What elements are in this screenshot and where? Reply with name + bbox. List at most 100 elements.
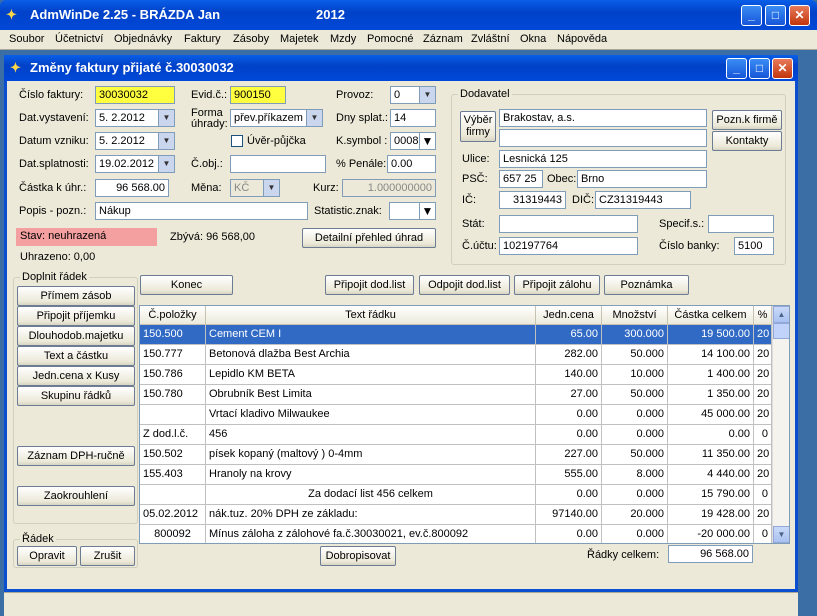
table-cell[interactable]: 19 428.00 [668, 505, 754, 525]
pripojit-prijemku-button[interactable]: Připojit příjemku [17, 306, 135, 326]
table-cell[interactable]: 50.000 [602, 445, 668, 465]
opravit-button[interactable]: Opravit [17, 546, 77, 566]
popis-field[interactable]: Nákup [95, 202, 308, 220]
table-cell[interactable] [140, 405, 206, 425]
table-cell[interactable]: 97140.00 [536, 505, 602, 525]
table-cell[interactable]: 155.403 [140, 465, 206, 485]
detail-prehled-button[interactable]: Detailní přehled úhrad [302, 228, 436, 248]
table-cell[interactable]: 555.00 [536, 465, 602, 485]
col-header-cena[interactable]: Jedn.cena [536, 306, 602, 325]
table-cell[interactable]: 27.00 [536, 385, 602, 405]
scroll-up-icon[interactable]: ▲ [773, 306, 789, 323]
table-cell[interactable]: 0.00 [536, 485, 602, 505]
table-cell[interactable] [140, 485, 206, 505]
menu-napoveda[interactable]: Nápověda [557, 33, 607, 45]
menu-soubor[interactable]: Soubor [9, 33, 44, 45]
forma-select[interactable]: přev.příkazem ▼ [230, 109, 323, 127]
table-cell[interactable]: Lepidlo KM BETA [206, 365, 536, 385]
text-a-castku-button[interactable]: Text a částku [17, 346, 135, 366]
close-icon[interactable]: ✕ [789, 5, 810, 26]
dat-vystaveni-select[interactable]: 5. 2.2012 ▼ [95, 109, 175, 127]
triangle-down-icon[interactable]: ▼ [419, 133, 435, 149]
table-cell[interactable]: Vrtací kladivo Milwaukee [206, 405, 536, 425]
ulice-field[interactable]: Lesnická 125 [499, 150, 707, 168]
table-cell[interactable]: 1 400.00 [668, 365, 754, 385]
specif-field[interactable] [708, 215, 774, 233]
table-cell[interactable]: 19 500.00 [668, 325, 754, 345]
menu-pomocne[interactable]: Pomocné [367, 33, 413, 45]
window-close-icon[interactable]: ✕ [772, 58, 793, 79]
table-row[interactable]: 155.403 Hranoly na krovy 555.00 8.000 4 440.… [140, 465, 772, 485]
menu-okna[interactable]: Okna [520, 33, 546, 45]
jedn-cena-kusy-button[interactable]: Jedn.cena x Kusy [17, 366, 135, 386]
table-cell[interactable]: Betonová dlažba Best Archia [206, 345, 536, 365]
table-cell[interactable]: 0.00 [536, 525, 602, 543]
pripojit-zalohu-button[interactable]: Připojit zálohu [514, 275, 600, 295]
skupinu-radku-button[interactable]: Skupinu řádků [17, 386, 135, 406]
table-cell[interactable]: 0.00 [536, 405, 602, 425]
table-cell[interactable]: Cement CEM I [206, 325, 536, 345]
table-cell[interactable]: Za dodací list 456 celkem [206, 485, 536, 505]
table-cell[interactable]: 15 790.00 [668, 485, 754, 505]
statistic-field[interactable]: ▼ [389, 202, 436, 220]
window-maximize-icon[interactable]: □ [749, 58, 770, 79]
menu-zasoby[interactable]: Zásoby [233, 33, 269, 45]
dodavatel-name-field[interactable]: Brakostav, a.s. [499, 109, 707, 127]
table-row[interactable]: 05.02.2012 nák.tuz. 20% DPH ze základu: 97… [140, 505, 772, 525]
table-cell[interactable]: 0.000 [602, 525, 668, 543]
minimize-icon[interactable]: _ [741, 5, 762, 26]
table-row[interactable]: 150.786 Lepidlo KM BETA 140.00 10.000 1 400.… [140, 365, 772, 385]
table-row[interactable]: 800092 Mínus záloha z zálohové fa.č.30030… [140, 525, 772, 543]
table-cell[interactable]: 0 [754, 425, 772, 445]
dobropisovat-button[interactable]: Dobropisovat [320, 546, 396, 566]
table-cell[interactable]: 4 440.00 [668, 465, 754, 485]
menu-majetek[interactable]: Majetek [280, 33, 319, 45]
table-cell[interactable]: 0.000 [602, 485, 668, 505]
table-cell[interactable]: 140.00 [536, 365, 602, 385]
dic-field[interactable]: CZ31319443 [595, 191, 691, 209]
poznamka-button[interactable]: Poznámka [604, 275, 689, 295]
table-cell[interactable]: 300.000 [602, 325, 668, 345]
table-cell[interactable]: 456 [206, 425, 536, 445]
table-cell[interactable]: 10.000 [602, 365, 668, 385]
chevron-down-icon[interactable]: ▼ [158, 110, 174, 126]
menu-objednavky[interactable]: Objednávky [114, 33, 172, 45]
maximize-icon[interactable]: □ [765, 5, 786, 26]
odpojit-dodlist-button[interactable]: Odpojit dod.list [419, 275, 510, 295]
stat-field[interactable] [499, 215, 638, 233]
table-cell[interactable]: 282.00 [536, 345, 602, 365]
scroll-down-icon[interactable]: ▼ [773, 526, 789, 543]
scroll-thumb[interactable] [773, 323, 789, 339]
banka-field[interactable]: 5100 [734, 237, 774, 255]
table-cell[interactable]: 45 000.00 [668, 405, 754, 425]
table-row[interactable]: Z dod.l.č. 456 0.00 0.000 0.00 0 [140, 425, 772, 445]
col-header-text[interactable]: Text řádku [206, 306, 536, 325]
table-cell[interactable]: 0.00 [536, 425, 602, 445]
table-cell[interactable]: 20 [754, 505, 772, 525]
mena-select[interactable]: KČ ▼ [230, 179, 280, 197]
menu-zvlastni[interactable]: Zvláštní [471, 33, 510, 45]
kurz-field[interactable]: 1.000000000 [342, 179, 436, 197]
pripojit-dodlist-button[interactable]: Připojit dod.list [325, 275, 414, 295]
table-cell[interactable]: 65.00 [536, 325, 602, 345]
zaokrouhleni-button[interactable]: Zaokrouhlení [17, 486, 135, 506]
triangle-down-icon[interactable]: ▼ [419, 203, 435, 219]
table-cell[interactable]: 05.02.2012 [140, 505, 206, 525]
table-cell[interactable]: 20.000 [602, 505, 668, 525]
vyber-firmy-button[interactable]: Výběr firmy [460, 111, 496, 142]
chevron-down-icon[interactable]: ▼ [419, 87, 435, 103]
table-cell[interactable]: 0 [754, 485, 772, 505]
table-cell[interactable]: nák.tuz. 20% DPH ze základu: [206, 505, 536, 525]
provoz-select[interactable]: 0 ▼ [390, 86, 436, 104]
dodavatel-name2-field[interactable] [499, 129, 707, 147]
table-cell[interactable]: písek kopaný (maltový ) 0-4mm [206, 445, 536, 465]
window-minimize-icon[interactable]: _ [726, 58, 747, 79]
evid-field[interactable]: 900150 [230, 86, 286, 104]
table-cell[interactable]: 20 [754, 405, 772, 425]
table-cell[interactable]: 20 [754, 465, 772, 485]
table-cell[interactable]: 50.000 [602, 345, 668, 365]
table-cell[interactable]: 0.00 [668, 425, 754, 445]
table-cell[interactable]: 11 350.00 [668, 445, 754, 465]
table-cell[interactable]: Obrubník Best Limita [206, 385, 536, 405]
table-cell[interactable]: Hranoly na krovy [206, 465, 536, 485]
